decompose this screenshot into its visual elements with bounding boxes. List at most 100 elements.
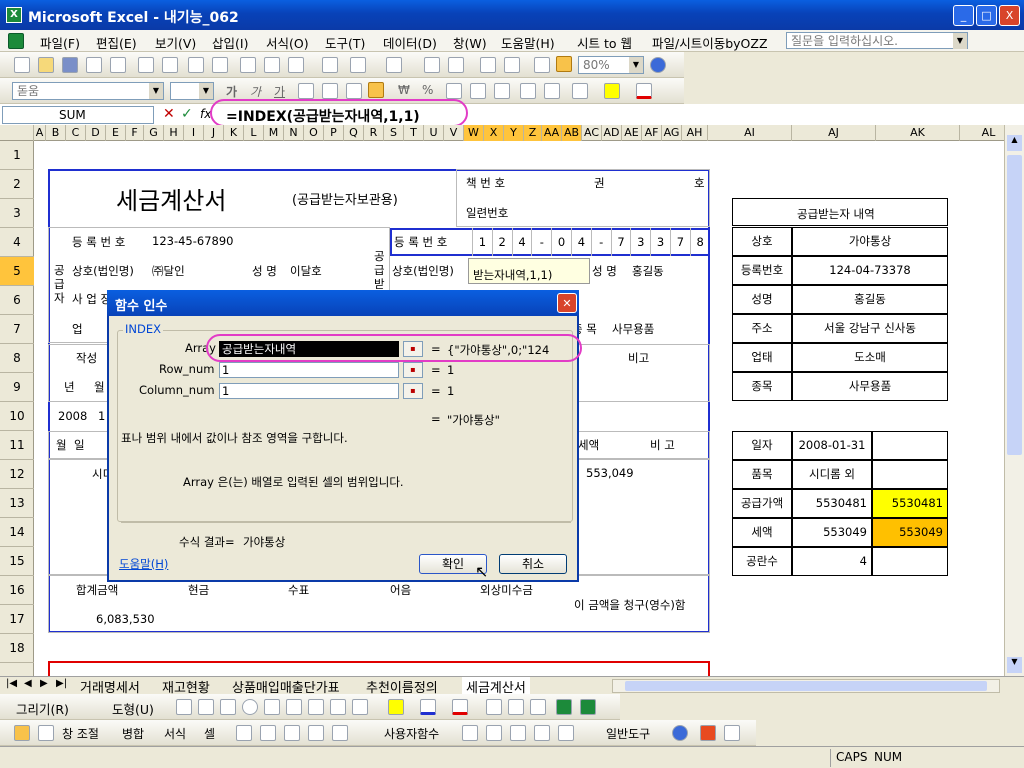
align-center-icon[interactable] — [322, 83, 338, 99]
autoshapes-menu[interactable]: 도형(U) — [112, 699, 154, 718]
row-header-1[interactable]: 1 — [0, 141, 34, 170]
row-header-11[interactable]: 11 — [0, 431, 34, 460]
column-header-ab[interactable]: AB — [562, 125, 582, 141]
menu-tools[interactable]: 도구(T) — [325, 33, 365, 52]
chevron-down-icon[interactable]: ▼ — [629, 57, 643, 73]
row-header-4[interactable]: 4 — [0, 228, 34, 257]
column-header-k[interactable]: K — [224, 125, 244, 141]
side-value-cell[interactable]: 2008-01-31 — [792, 431, 872, 460]
cancel-formula-icon[interactable]: ✕ — [163, 106, 175, 122]
side-value-cell[interactable]: 홍길동 — [792, 285, 948, 314]
column-header-w[interactable]: W — [464, 125, 484, 141]
cut-icon[interactable] — [240, 57, 256, 73]
side-extra-cell[interactable] — [872, 431, 948, 460]
side-value-cell[interactable]: 4 — [792, 547, 872, 576]
decrease-indent-icon[interactable] — [520, 83, 536, 99]
fill-color-icon[interactable] — [604, 83, 620, 99]
dialog-help-link[interactable]: 도움말(H) — [119, 556, 168, 572]
column-header-n[interactable]: N — [284, 125, 304, 141]
decrease-decimal-icon[interactable] — [494, 83, 510, 99]
row-header-16[interactable]: 16 — [0, 576, 34, 605]
chart-wizard-icon[interactable] — [534, 57, 550, 73]
menu-insert[interactable]: 삽입(I) — [212, 33, 248, 52]
name-box[interactable]: SUM — [2, 106, 154, 124]
font-select[interactable]: 돋움 ▼ — [12, 82, 164, 100]
column-header-h[interactable]: H — [164, 125, 184, 141]
column-header-v[interactable]: V — [444, 125, 464, 141]
prev-sheet-icon[interactable]: ◀ — [24, 678, 32, 689]
confirm-formula-icon[interactable]: ✓ — [181, 106, 193, 122]
email-icon[interactable] — [110, 57, 126, 73]
oval-icon[interactable] — [242, 699, 258, 715]
redo-icon[interactable] — [386, 57, 402, 73]
side-value-cell[interactable]: 124-04-73378 — [792, 256, 948, 285]
font-color-icon[interactable] — [452, 699, 468, 715]
line-icon[interactable] — [176, 699, 192, 715]
side-extra-cell[interactable] — [872, 460, 948, 489]
question-icon[interactable] — [38, 725, 54, 741]
help-icon[interactable] — [650, 57, 666, 73]
column-header-z[interactable]: Z — [524, 125, 542, 141]
copy-icon[interactable] — [264, 57, 280, 73]
new-icon[interactable] — [14, 57, 30, 73]
menu-data[interactable]: 데이터(D) — [383, 33, 437, 52]
side-value-cell[interactable]: 시디롬 외 — [792, 460, 872, 489]
tool-icon[interactable] — [558, 725, 574, 741]
menu-format[interactable]: 서식(O) — [266, 33, 309, 52]
column-header-ac[interactable]: AC — [582, 125, 602, 141]
first-sheet-icon[interactable]: |◀ — [6, 678, 17, 689]
scroll-up-icon[interactable]: ▲ — [1007, 135, 1022, 151]
print-preview-icon[interactable] — [162, 57, 178, 73]
arrow-style-icon[interactable] — [530, 699, 546, 715]
picture-icon[interactable] — [352, 699, 368, 715]
tool-icon[interactable] — [236, 725, 252, 741]
next-sheet-icon[interactable]: ▶ — [40, 678, 48, 689]
underline-button[interactable]: 가 — [274, 83, 285, 100]
row-header-9[interactable]: 9 — [0, 373, 34, 402]
research-icon[interactable] — [212, 57, 228, 73]
column-header-t[interactable]: T — [404, 125, 424, 141]
menu-file-sheet-move[interactable]: 파일/시트이동byOZZ — [652, 33, 768, 52]
increase-indent-icon[interactable] — [544, 83, 560, 99]
menu-file[interactable]: 파일(F) — [40, 33, 80, 52]
dialog-close-icon[interactable]: ✕ — [557, 293, 577, 313]
side-value-cell[interactable]: 서울 강남구 신사동 — [792, 314, 948, 343]
column-header-aa[interactable]: AA — [542, 125, 562, 141]
row-num-input[interactable]: 1 — [219, 362, 399, 378]
horizontal-scroll-thumb[interactable] — [625, 681, 987, 691]
tool-icon[interactable] — [332, 725, 348, 741]
arrow-icon[interactable] — [198, 699, 214, 715]
cell-menu[interactable]: 셀 — [204, 725, 215, 742]
row-header-2[interactable]: 2 — [0, 170, 34, 199]
window-adjust-menu[interactable]: 창 조절 — [62, 725, 99, 742]
tool-icon[interactable] — [260, 725, 276, 741]
minimize-button[interactable]: _ — [953, 5, 974, 26]
last-sheet-icon[interactable]: ▶| — [56, 678, 67, 689]
drawing-icon[interactable] — [556, 56, 572, 72]
line-color-icon[interactable] — [420, 699, 436, 715]
3d-icon[interactable] — [580, 699, 596, 715]
ozz-icon[interactable] — [14, 725, 30, 741]
font-color-icon[interactable] — [636, 83, 652, 99]
chevron-down-icon[interactable]: ▼ — [149, 83, 163, 99]
row-header-6[interactable]: 6 — [0, 286, 34, 315]
side-extra-cell[interactable]: 553049 — [872, 518, 948, 547]
line-style-icon[interactable] — [486, 699, 502, 715]
row-header-18[interactable]: 18 — [0, 634, 34, 663]
align-left-icon[interactable] — [298, 83, 314, 99]
side-extra-cell[interactable]: 5530481 — [872, 489, 948, 518]
maximize-button[interactable]: □ — [976, 5, 997, 26]
side-value-cell[interactable]: 가야통상 — [792, 227, 948, 256]
vertical-scrollbar[interactable]: ▲ ▼ — [1004, 125, 1024, 676]
column-header-ae[interactable]: AE — [622, 125, 642, 141]
comma-style-icon[interactable] — [446, 83, 462, 99]
row-header-7[interactable]: 7 — [0, 315, 34, 344]
row-header-5[interactable]: 5 — [0, 257, 34, 286]
column-header-a[interactable]: A — [34, 125, 46, 141]
workbook-icon[interactable] — [8, 33, 24, 49]
info-icon[interactable] — [672, 725, 688, 741]
column-header-r[interactable]: R — [364, 125, 384, 141]
column-header-x[interactable]: X — [484, 125, 504, 141]
print-icon[interactable] — [138, 57, 154, 73]
menu-edit[interactable]: 편집(E) — [96, 33, 137, 52]
